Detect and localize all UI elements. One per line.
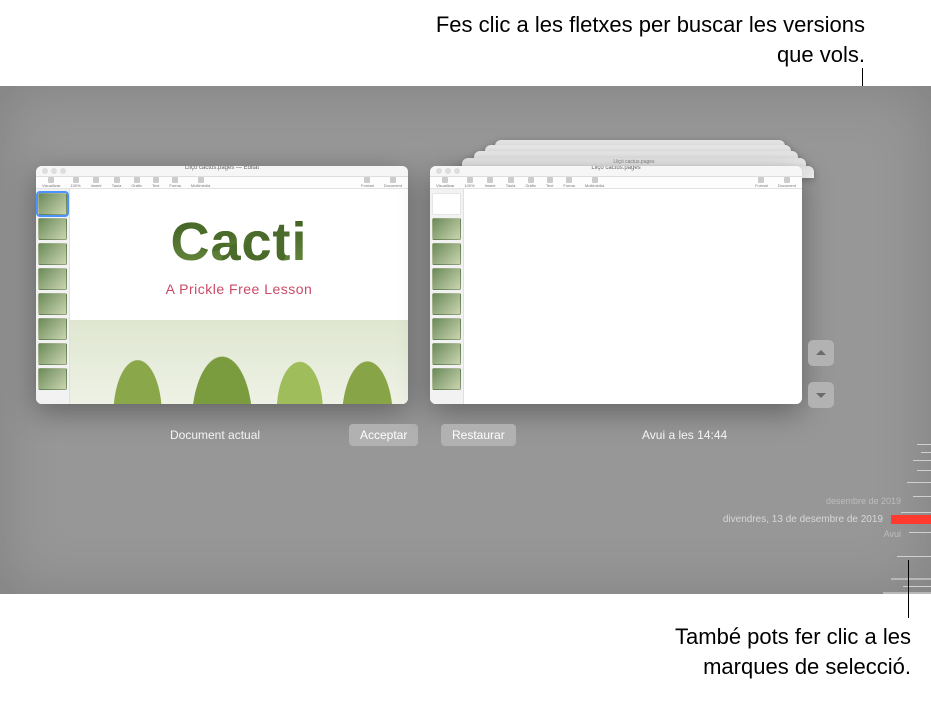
timeline-today-label: Avui	[884, 529, 901, 539]
help-figure: Fes clic a les fletxes per buscar les ve…	[0, 0, 931, 702]
page-thumbnail[interactable]	[38, 318, 67, 340]
document-page: Cacti A Prickle Free Lesson	[70, 189, 408, 404]
callout-arrows: Fes clic a les fletxes per buscar les ve…	[395, 10, 865, 69]
toolbar-shape[interactable]: Forma	[169, 177, 181, 188]
page-thumbnail[interactable]	[432, 243, 461, 265]
document-heading: Cacti	[170, 211, 307, 273]
timeline-tick[interactable]	[921, 452, 931, 453]
timeline-tick[interactable]	[901, 512, 931, 513]
toolbar-insert[interactable]: Inserir	[91, 177, 102, 188]
window-titlebar[interactable]: Lliçó cactus.pages — Editat	[36, 166, 408, 177]
page-thumbnails-sidebar[interactable]	[430, 189, 464, 404]
toolbar-media[interactable]: Multimèdia	[191, 177, 210, 188]
callout-tickmarks: També pots fer clic a les marques de sel…	[591, 622, 911, 681]
toolbar-table[interactable]: Taula	[112, 177, 122, 188]
toolbar-format[interactable]: Format	[755, 177, 768, 188]
current-document-window[interactable]: Lliçó cactus.pages — Editat Visualitzar …	[36, 166, 408, 404]
callout-bottom-leader	[908, 560, 909, 618]
accept-button[interactable]: Acceptar	[349, 424, 418, 446]
page-thumbnail[interactable]	[38, 293, 67, 315]
page-thumbnail[interactable]	[432, 218, 461, 240]
toolbar-document[interactable]: Document	[778, 177, 796, 188]
timeline-month-label: desembre de 2019	[826, 496, 901, 506]
timeline-tick[interactable]	[907, 482, 931, 483]
page-thumbnail[interactable]	[432, 368, 461, 390]
toolbar-zoom[interactable]: 100%	[70, 177, 80, 188]
toolbar-table[interactable]: Taula	[506, 177, 516, 188]
document-subtitle: A Prickle Free Lesson	[166, 281, 313, 297]
toolbar-text[interactable]: Text	[152, 177, 159, 188]
toolbar-zoom[interactable]: 100%	[464, 177, 474, 188]
page-thumbnail[interactable]	[38, 193, 67, 215]
timeline-tick[interactable]	[909, 532, 931, 533]
previous-version-window[interactable]: Lliçó cactus.pages Visualitzar 100% Inse…	[430, 166, 802, 404]
window-title: Lliçó cactus.pages	[430, 166, 802, 171]
page-thumbnail[interactable]	[432, 318, 461, 340]
timeline-tick[interactable]	[917, 444, 931, 445]
toolbar-shape[interactable]: Forma	[563, 177, 575, 188]
timeline-tick[interactable]	[883, 592, 931, 594]
document-toolbar[interactable]: Visualitzar 100% Inserir Taula Gràfic Te…	[430, 177, 802, 189]
version-up-arrow-button[interactable]	[808, 340, 834, 366]
previous-version-panel: Lliçó cactus.pages Visualitzar 100% Inse…	[430, 166, 802, 404]
current-document-panel: Lliçó cactus.pages — Editat Visualitzar …	[36, 166, 408, 404]
chevron-up-icon	[815, 347, 827, 359]
page-thumbnail[interactable]	[432, 268, 461, 290]
toolbar-view[interactable]: Visualitzar	[436, 177, 454, 188]
timeline-tick[interactable]	[917, 470, 931, 471]
toolbar-text[interactable]: Text	[546, 177, 553, 188]
page-thumbnails-sidebar[interactable]	[36, 189, 70, 404]
timeline-tick[interactable]	[891, 578, 931, 580]
versions-browser-stage: Lliçó cactus.pages Lliçó cactus.pages Ll…	[0, 86, 931, 594]
document-hero-image	[70, 320, 408, 404]
window-titlebar[interactable]: Lliçó cactus.pages	[430, 166, 802, 177]
page-thumbnail[interactable]	[38, 243, 67, 265]
document-page-blank	[464, 189, 802, 404]
toolbar-document[interactable]: Document	[384, 177, 402, 188]
document-toolbar[interactable]: Visualitzar 100% Inserir Taula Gràfic Te…	[36, 177, 408, 189]
timeline-selected-date: divendres, 13 de desembre de 2019	[723, 514, 883, 525]
timeline-tick[interactable]	[913, 496, 931, 497]
restore-button[interactable]: Restaurar	[441, 424, 516, 446]
window-title: Lliçó cactus.pages — Editat	[36, 166, 408, 171]
page-thumbnail[interactable]	[38, 368, 67, 390]
page-thumbnail[interactable]	[38, 268, 67, 290]
toolbar-chart[interactable]: Gràfic	[131, 177, 142, 188]
toolbar-media[interactable]: Multimèdia	[585, 177, 604, 188]
toolbar-format[interactable]: Format	[361, 177, 374, 188]
page-thumbnail[interactable]	[432, 343, 461, 365]
chevron-down-icon	[815, 389, 827, 401]
page-thumbnail[interactable]	[38, 343, 67, 365]
page-thumbnail[interactable]	[432, 193, 461, 215]
page-thumbnail[interactable]	[38, 218, 67, 240]
previous-version-label: Avui a les 14:44	[642, 428, 727, 442]
timeline-tick[interactable]	[897, 556, 931, 557]
page-thumbnail[interactable]	[432, 293, 461, 315]
version-down-arrow-button[interactable]	[808, 382, 834, 408]
toolbar-insert[interactable]: Inserir	[485, 177, 496, 188]
toolbar-view[interactable]: Visualitzar	[42, 177, 60, 188]
current-document-label: Document actual	[170, 428, 260, 442]
timeline-selected-marker[interactable]	[891, 515, 931, 524]
timeline-tick[interactable]	[913, 460, 931, 461]
toolbar-chart[interactable]: Gràfic	[525, 177, 536, 188]
